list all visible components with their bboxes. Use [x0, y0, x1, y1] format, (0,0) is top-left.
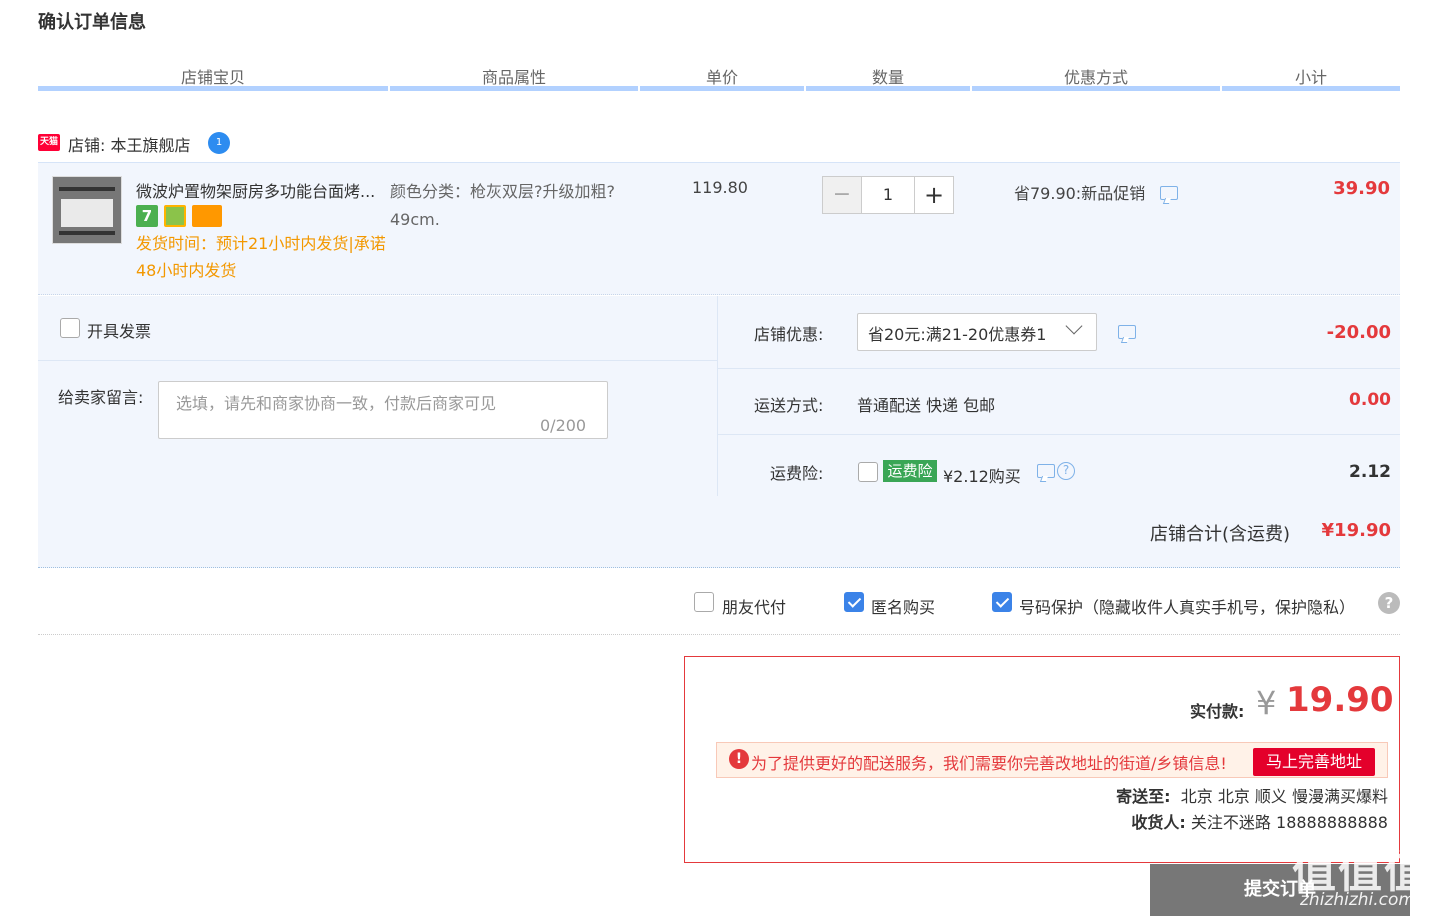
receiver-info: 关注不迷路 18888888888	[1190, 813, 1388, 832]
receiver-line: 收货人: 关注不迷路 18888888888	[1131, 809, 1388, 833]
delivery-label: 运送方式:	[754, 396, 824, 415]
header-attributes: 商品属性	[481, 68, 546, 87]
delivery-method: 普通配送 快递 包邮	[857, 396, 996, 415]
currency-symbol: ¥	[1256, 684, 1277, 722]
coupon-select-value: 省20元:满21-20优惠券1	[868, 325, 1047, 344]
header-shop-item: 店铺宝贝	[180, 68, 245, 87]
payment-label: 实付款:	[1190, 702, 1245, 721]
qty-decrease-button[interactable]: −	[822, 176, 862, 214]
anonymous-checkbox[interactable]	[844, 592, 864, 612]
insurance-comment-icon[interactable]	[1037, 464, 1055, 478]
watermark-url: zhizhizhi.com	[1300, 890, 1415, 910]
header-divider	[38, 86, 1400, 91]
address-warning-text: 为了提供更好的配送服务，我们需要你完善改地址的街道/乡镇信息!	[751, 754, 1227, 773]
insurance-tag: 运费险	[883, 460, 937, 482]
product-attribute: 颜色分类：枪灰双层?升级加粗?49cm.	[390, 182, 615, 229]
item-subtotal: 39.90	[1333, 178, 1390, 199]
divider	[718, 368, 1400, 369]
seven-day-return-icon: 7	[136, 205, 158, 227]
divider	[38, 634, 1400, 635]
friend-pay-checkbox[interactable]	[694, 592, 714, 612]
warning-icon: !	[729, 749, 749, 769]
qty-increase-button[interactable]: +	[914, 176, 954, 214]
privacy-label: 号码保护（隐藏收件人真实手机号，保护隐私）	[1019, 598, 1356, 617]
privacy-checkbox[interactable]	[992, 592, 1012, 612]
promotion-text: 省79.90:新品促销	[1014, 184, 1146, 203]
insurance-label: 运费险:	[770, 464, 824, 483]
panel-divider	[717, 296, 718, 496]
shop-total-value: ¥19.90	[1321, 520, 1391, 541]
header-discount: 优惠方式	[1063, 68, 1128, 87]
delivery-fee: 0.00	[1349, 390, 1391, 410]
insurance-help-icon[interactable]: ?	[1057, 462, 1075, 480]
divider	[38, 360, 718, 361]
guarantee-shield-icon	[164, 205, 186, 227]
ship-to-address: 北京 北京 顺义 慢漫满买爆料	[1180, 787, 1388, 806]
shop-discount-value: -20.00	[1326, 322, 1391, 343]
page-title: 确认订单信息	[38, 12, 146, 33]
header-quantity: 数量	[871, 68, 904, 87]
promo-comment-icon[interactable]	[1160, 186, 1178, 200]
header-subtotal: 小计	[1294, 68, 1327, 87]
insurance-checkbox[interactable]	[858, 462, 878, 482]
anonymous-label: 匿名购买	[871, 598, 936, 617]
shop-name-link[interactable]: 店铺: 本王旗舰店	[68, 132, 190, 156]
ship-to-label: 寄送至:	[1116, 787, 1171, 806]
header-gap	[638, 86, 640, 91]
header-gap	[388, 86, 390, 91]
product-thumbnail[interactable]	[52, 176, 122, 244]
shop-discount-label: 店铺优惠:	[754, 325, 824, 344]
product-title-link[interactable]: 微波炉置物架厨房多功能台面烤...	[136, 178, 386, 202]
message-label: 给卖家留言:	[58, 388, 144, 407]
message-char-count: 0/200	[540, 416, 587, 435]
invoice-label: 开具发票	[87, 322, 152, 341]
invoice-checkbox[interactable]	[60, 318, 80, 338]
header-unit-price: 单价	[705, 68, 738, 87]
credit-card-icon	[192, 205, 222, 227]
insurance-price: ¥2.12购买	[943, 467, 1021, 486]
coupon-comment-icon[interactable]	[1118, 325, 1136, 339]
header-gap	[1220, 86, 1222, 91]
shop-total-label: 店铺合计(含运费)	[1150, 524, 1291, 545]
shipping-time-text: 发货时间：预计21小时内发货|承诺48小时内发货	[136, 234, 386, 280]
insurance-value: 2.12	[1349, 462, 1391, 482]
complete-address-button[interactable]: 马上完善地址	[1253, 748, 1375, 776]
payment-amount: 19.90	[1286, 680, 1394, 720]
ship-to-line: 寄送至: 北京 北京 顺义 慢漫满买爆料	[1116, 783, 1388, 807]
header-gap	[970, 86, 972, 91]
friend-pay-label: 朋友代付	[722, 598, 787, 617]
header-gap	[804, 86, 806, 91]
message-placeholder: 选填，请先和商家协商一致，付款后商家可见	[176, 394, 497, 413]
unit-price: 119.80	[692, 178, 748, 197]
qty-input[interactable]: 1	[862, 176, 914, 214]
tmall-icon: 天猫	[38, 134, 60, 151]
divider	[718, 434, 1400, 435]
receiver-label: 收货人:	[1131, 813, 1186, 832]
help-icon[interactable]: ?	[1378, 592, 1400, 614]
wangwang-chat-icon[interactable]: 1	[208, 132, 230, 154]
